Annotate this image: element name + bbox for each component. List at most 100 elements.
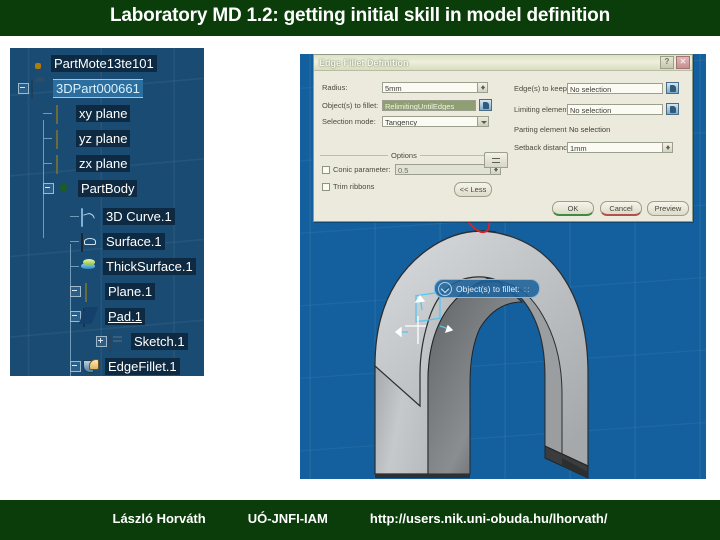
selection-mode-combo[interactable]: Tangency — [382, 116, 478, 127]
body-icon — [56, 181, 73, 196]
object-to-fillet-tooltip: Object(s) to fillet: :: — [434, 279, 540, 298]
trim-ribbons-checkbox[interactable] — [322, 182, 330, 191]
trim-ribbons-label: Trim ribbons — [333, 182, 375, 191]
tree-item-label: Pad.1 — [105, 308, 145, 325]
ok-button[interactable]: OK — [552, 201, 594, 216]
slide-footer: László Horváth UÓ-JNFI-IAM http://users.… — [0, 500, 720, 540]
objects-pick-icon[interactable] — [479, 99, 492, 111]
tree-item-xy-plane[interactable]: xy plane — [43, 101, 131, 126]
parting-element-input[interactable]: No selection — [567, 124, 677, 135]
tree-item-partmote13te101[interactable]: PartMote13te101 — [18, 51, 157, 76]
tree-item-edgefillet-1[interactable]: EdgeFillet.1 — [70, 354, 180, 376]
setback-distance-spinner[interactable] — [663, 142, 673, 153]
options-group-label: Options — [388, 151, 420, 160]
tooltip-dots: :: — [523, 283, 531, 294]
collapse-icon[interactable] — [18, 83, 29, 94]
curve-icon-glyph — [81, 208, 83, 227]
tree-item-label: xy plane — [76, 105, 131, 122]
tree-item-label: PartBody — [78, 180, 138, 197]
specification-tree-panel[interactable]: PartMote13te101 3DPart000661 xy plane yz pl… — [10, 48, 204, 376]
dialog-title: Edge Fillet Definition — [319, 57, 409, 68]
setback-distance-label: Setback distance: — [514, 143, 574, 152]
edges-to-keep-pick-icon[interactable] — [666, 82, 679, 94]
footer-url[interactable]: http://users.nik.uni-obuda.hu/lhorvath/ — [370, 511, 608, 526]
edge-fillet-dialog[interactable]: Edge Fillet Definition ? ✕ Radius: 5mm O… — [313, 54, 693, 222]
tree-item-label: zx plane — [76, 155, 131, 172]
close-icon[interactable]: ✕ — [676, 56, 690, 69]
limiting-elements-row: Limiting element(s): No selection — [514, 103, 679, 115]
radius-spinner[interactable] — [478, 82, 488, 93]
tree-item-thicksurface-1[interactable]: ThickSurface.1 — [70, 254, 196, 279]
collapse-icon[interactable] — [70, 286, 81, 297]
help-button[interactable]: ? — [660, 56, 674, 69]
conic-parameter-input[interactable]: 0.5 — [395, 164, 491, 175]
trim-ribbons-row: Trim ribbons — [322, 182, 374, 191]
expand-options-button[interactable] — [484, 152, 508, 168]
tree-branch-line — [70, 241, 79, 242]
tree-item-zx-plane[interactable]: zx plane — [43, 151, 131, 176]
limiting-elements-input[interactable]: No selection — [567, 103, 663, 115]
cancel-button[interactable]: Cancel — [600, 201, 642, 216]
pad-icon-glyph — [83, 308, 85, 327]
expand-icon[interactable] — [96, 336, 107, 347]
thick-surface-icon — [81, 259, 98, 274]
footer-affiliation: UÓ-JNFI-IAM — [247, 511, 328, 526]
tree-item-label: Sketch.1 — [131, 333, 188, 350]
tree-branch-line — [70, 266, 79, 267]
dialog-titlebar[interactable]: Edge Fillet Definition ? ✕ — [314, 55, 692, 71]
setback-distance-row: Setback distance: 1mm — [514, 142, 673, 153]
slide-header: Laboratory MD 1.2: getting initial skill… — [0, 0, 720, 36]
plane-icon — [54, 155, 71, 174]
limiting-elements-pick-icon[interactable] — [666, 103, 679, 115]
tree-branch-line — [43, 138, 52, 139]
edge-fillet-icon — [83, 359, 100, 374]
conic-parameter-row: Conic parameter: 0.5 — [322, 164, 501, 175]
parting-element-row: Parting element(s): No selection — [514, 124, 677, 135]
less-button[interactable]: << Less — [454, 182, 492, 197]
pad-icon — [83, 308, 100, 327]
edges-to-keep-row: Edge(s) to keep: No selection — [514, 82, 679, 94]
tree-item-surface-1[interactable]: Surface.1 — [70, 229, 165, 254]
plane-icon — [83, 283, 100, 302]
tree-item-label: Surface.1 — [103, 233, 165, 250]
tree-item-partbody[interactable]: PartBody — [43, 176, 138, 201]
tree-item-yz-plane[interactable]: yz plane — [43, 126, 131, 151]
tree-item-label: 3D Curve.1 — [103, 208, 175, 225]
edges-to-keep-input[interactable]: No selection — [567, 82, 663, 94]
conic-parameter-label: Conic parameter: — [333, 165, 391, 174]
preview-button[interactable]: Preview — [647, 201, 689, 216]
parting-element-label: Parting element(s): — [514, 125, 578, 134]
curve-icon — [81, 208, 98, 227]
tree-branch-line — [43, 113, 52, 114]
conic-parameter-checkbox[interactable] — [322, 165, 330, 174]
3d-part-icon-glyph — [31, 80, 33, 99]
tree-item-plane-1[interactable]: Plane.1 — [70, 279, 156, 304]
tree-item-label: EdgeFillet.1 — [105, 358, 180, 375]
selection-mode-row: Selection mode: Tangency — [322, 116, 489, 127]
objects-to-fillet-input[interactable]: RelimitingUntilEdges — [382, 99, 476, 111]
selection-mode-label: Selection mode: — [322, 117, 376, 126]
tree-branch-line — [43, 163, 52, 164]
collapse-icon[interactable] — [43, 183, 54, 194]
surface-icon — [81, 233, 98, 252]
part-icon — [29, 56, 46, 71]
tree-item-sketch-1[interactable]: Sketch.1 — [96, 329, 188, 354]
tooltip-label: Object(s) to fillet: — [456, 283, 520, 294]
tree-item-label: yz plane — [76, 130, 131, 147]
tree-item-3d-curve-1[interactable]: 3D Curve.1 — [70, 204, 175, 229]
tree-item-label: Plane.1 — [105, 283, 156, 300]
tree-item-pad-1[interactable]: Pad.1 — [70, 304, 145, 329]
chevron-down-icon[interactable] — [478, 116, 489, 127]
surface-icon-glyph — [81, 233, 83, 252]
edges-to-keep-label: Edge(s) to keep: — [514, 83, 570, 93]
objects-to-fillet-label: Object(s) to fillet: — [322, 100, 379, 110]
sketch-icon-glyph — [109, 333, 111, 352]
limiting-elements-label: Limiting element(s): — [514, 104, 580, 114]
dialog-body: Radius: 5mm Object(s) to fillet: Relimit… — [314, 70, 692, 221]
plane-icon-glyph — [56, 155, 58, 174]
tree-item-3dpart000661[interactable]: 3DPart000661 — [18, 76, 143, 101]
radius-input[interactable]: 5mm — [382, 82, 478, 93]
3d-part-icon — [31, 80, 48, 99]
collapse-icon[interactable] — [70, 361, 81, 372]
setback-distance-input[interactable]: 1mm — [567, 142, 663, 153]
